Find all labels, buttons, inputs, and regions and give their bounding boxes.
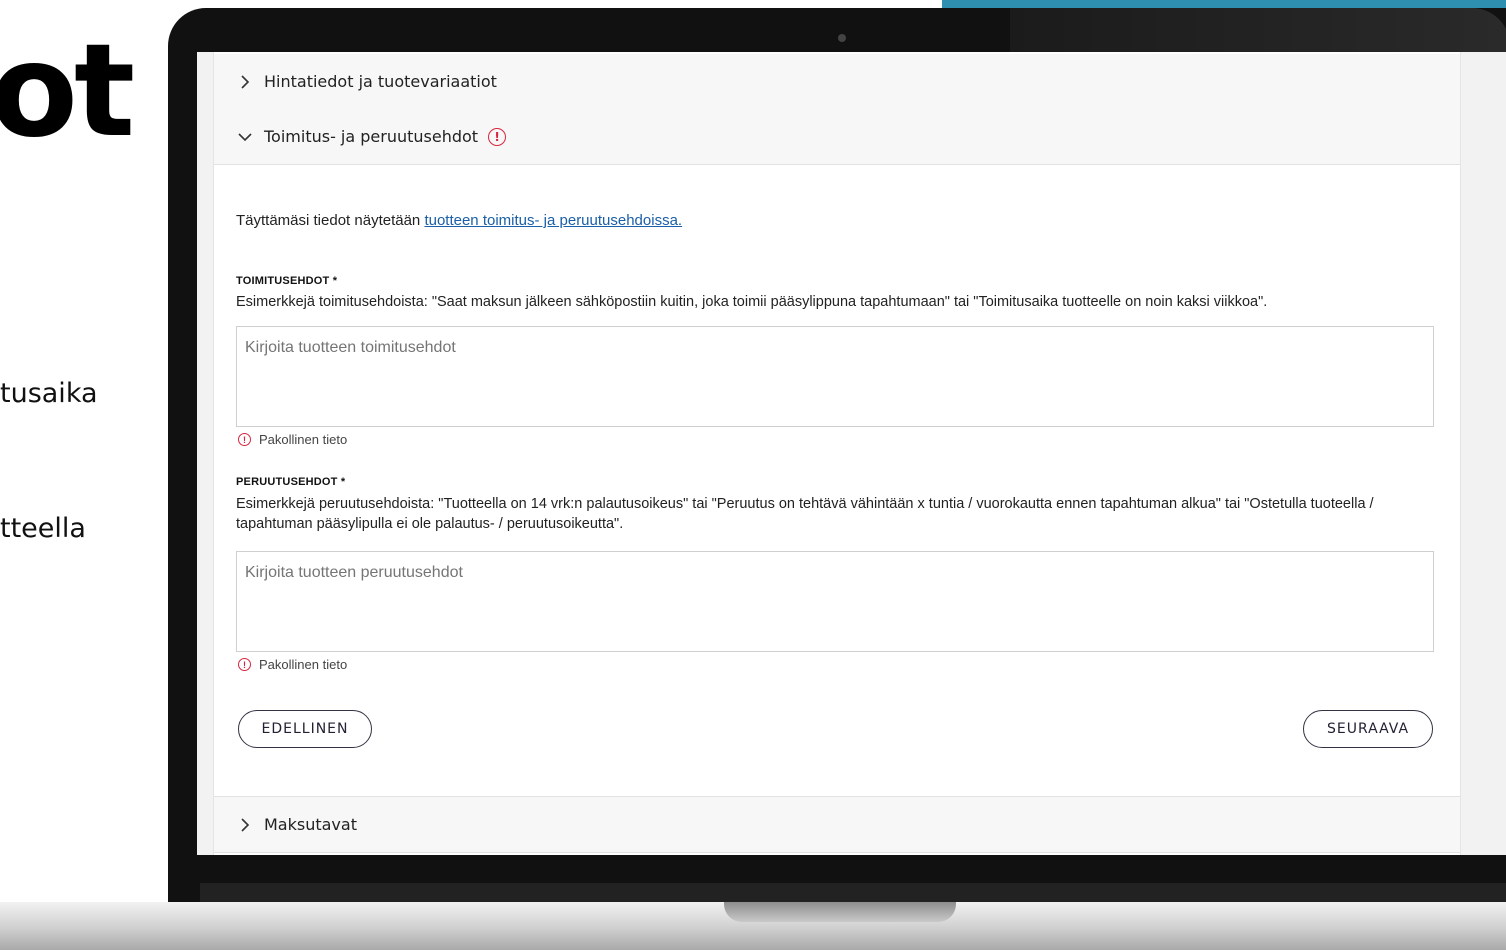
warning-icon: ! (488, 127, 507, 146)
laptop-notch (724, 902, 956, 922)
error-icon: ! (238, 433, 251, 446)
laptop-screen: Hintatiedot ja tuotevariaatiot Toimitus-… (197, 52, 1506, 855)
delivery-terms-error: ! Pakollinen tieto (238, 432, 347, 447)
intro-text: Täyttämäsi tiedot näytetään tuotteen toi… (236, 212, 682, 229)
chevron-right-icon (236, 816, 254, 834)
cancellation-terms-field[interactable] (236, 551, 1434, 652)
delivery-terms-field[interactable] (236, 326, 1434, 427)
camera-icon (838, 34, 846, 42)
cancellation-terms-label: PERUUTUSEHDOT * (236, 476, 346, 488)
background-heading-fragment: ot (0, 17, 135, 166)
background-text-fragment: tteella (0, 513, 86, 544)
next-button[interactable]: SEURAAVA (1303, 710, 1433, 748)
intro-label: Täyttämäsi tiedot näytetään (236, 212, 425, 229)
accordion-title: Toimitus- ja peruutusehdot (264, 127, 479, 146)
previous-button[interactable]: EDELLINEN (238, 710, 372, 748)
error-text: Pakollinen tieto (259, 432, 348, 447)
laptop-hinge (200, 883, 1506, 903)
accordion-title: Maksutavat (264, 815, 357, 834)
chevron-right-icon (236, 73, 254, 91)
cancellation-terms-error: ! Pakollinen tieto (238, 657, 347, 672)
cancellation-terms-description: Esimerkkejä peruutusehdoista: "Tuotteell… (236, 496, 1374, 532)
accordion-title: Hintatiedot ja tuotevariaatiot (264, 72, 497, 91)
terms-link[interactable]: tuotteen toimitus- ja peruutusehdoissa. (424, 212, 682, 229)
chevron-down-icon (236, 128, 254, 146)
accordion-header-payment[interactable]: Maksutavat (214, 796, 1460, 853)
delivery-terms-label: TOIMITUSEHDOT * (236, 275, 338, 287)
delivery-terms-description: Esimerkkejä toimitusehdoista: "Saat maks… (236, 294, 1268, 310)
error-text: Pakollinen tieto (259, 657, 348, 672)
accordion-header-pricing[interactable]: Hintatiedot ja tuotevariaatiot (214, 54, 1460, 110)
error-icon: ! (238, 658, 251, 671)
accordion-header-delivery[interactable]: Toimitus- ja peruutusehdot ! (214, 109, 1460, 165)
background-text-fragment: tusaika (0, 378, 98, 409)
form-panel: Hintatiedot ja tuotevariaatiot Toimitus-… (213, 52, 1461, 855)
